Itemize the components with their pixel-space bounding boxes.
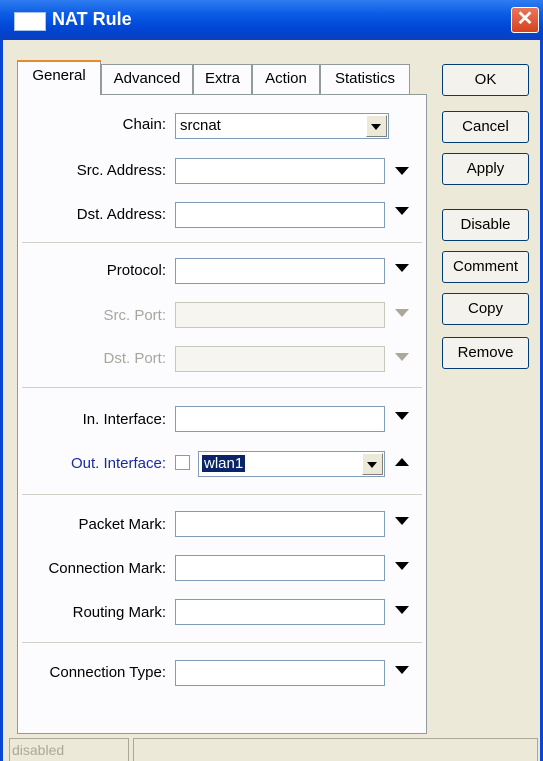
chain-value: srcnat	[180, 117, 221, 134]
status-panel	[133, 738, 538, 761]
cancel-button[interactable]: Cancel	[442, 111, 529, 143]
close-button[interactable]: ✕	[511, 7, 539, 33]
tab-statistics[interactable]: Statistics	[320, 64, 410, 94]
out-interface-invert-checkbox[interactable]	[175, 455, 190, 470]
in-interface-expand-icon[interactable]	[395, 412, 409, 420]
separator	[22, 387, 422, 388]
in-interface-field[interactable]	[175, 406, 385, 432]
window-title: NAT Rule	[52, 9, 132, 29]
title-bar[interactable]: NAT Rule ✕	[0, 0, 543, 40]
src-port-field	[175, 302, 385, 328]
chain-select[interactable]: srcnat	[175, 113, 389, 139]
window-frame-left	[0, 40, 3, 761]
packet-mark-label: Packet Mark:	[78, 516, 166, 533]
tab-advanced[interactable]: Advanced	[101, 64, 193, 94]
connection-type-label: Connection Type:	[49, 664, 166, 681]
src-port-label: Src. Port:	[103, 307, 166, 324]
comment-button[interactable]: Comment	[442, 251, 529, 283]
apply-button[interactable]: Apply	[442, 153, 529, 185]
packet-mark-expand-icon[interactable]	[395, 517, 409, 525]
routing-mark-label: Routing Mark:	[72, 604, 166, 621]
dst-address-field[interactable]	[175, 202, 385, 228]
packet-mark-field[interactable]	[175, 511, 385, 537]
routing-mark-expand-icon[interactable]	[395, 606, 409, 614]
tab-action[interactable]: Action	[252, 64, 320, 94]
connection-type-expand-icon[interactable]	[395, 666, 409, 674]
separator	[22, 642, 422, 643]
separator	[22, 242, 422, 243]
src-address-label: Src. Address:	[76, 162, 166, 179]
protocol-field[interactable]	[175, 258, 385, 284]
in-interface-label: In. Interface:	[82, 411, 166, 428]
separator	[22, 494, 422, 495]
protocol-label: Protocol:	[106, 262, 166, 279]
dst-address-label: Dst. Address:	[76, 206, 166, 223]
connection-mark-label: Connection Mark:	[48, 560, 166, 577]
out-interface-label: Out. Interface:	[70, 455, 166, 472]
tab-general[interactable]: General	[17, 60, 101, 95]
window-icon	[14, 12, 46, 31]
connection-mark-expand-icon[interactable]	[395, 562, 409, 570]
out-interface-select[interactable]: wlan1	[198, 451, 385, 477]
dst-address-expand-icon[interactable]	[395, 207, 409, 215]
out-interface-collapse-icon[interactable]	[395, 458, 409, 466]
protocol-expand-icon[interactable]	[395, 264, 409, 272]
dst-port-field	[175, 346, 385, 372]
chain-dropdown-button[interactable]	[366, 115, 387, 137]
ok-button[interactable]: OK	[442, 64, 529, 96]
dst-port-label: Dst. Port:	[103, 350, 166, 367]
remove-button[interactable]: Remove	[442, 337, 529, 369]
src-port-expand-icon	[395, 309, 409, 317]
connection-mark-field[interactable]	[175, 555, 385, 581]
src-address-field[interactable]	[175, 158, 385, 184]
tab-extra[interactable]: Extra	[193, 64, 252, 94]
status-state: disabled	[9, 738, 129, 761]
routing-mark-field[interactable]	[175, 599, 385, 625]
out-interface-value: wlan1	[202, 455, 246, 472]
chain-label: Chain:	[122, 116, 166, 133]
disable-button[interactable]: Disable	[442, 209, 529, 241]
connection-type-field[interactable]	[175, 660, 385, 686]
dst-port-expand-icon	[395, 353, 409, 361]
src-address-expand-icon[interactable]	[395, 167, 409, 175]
out-interface-dropdown-button[interactable]	[362, 453, 383, 475]
copy-button[interactable]: Copy	[442, 293, 529, 325]
